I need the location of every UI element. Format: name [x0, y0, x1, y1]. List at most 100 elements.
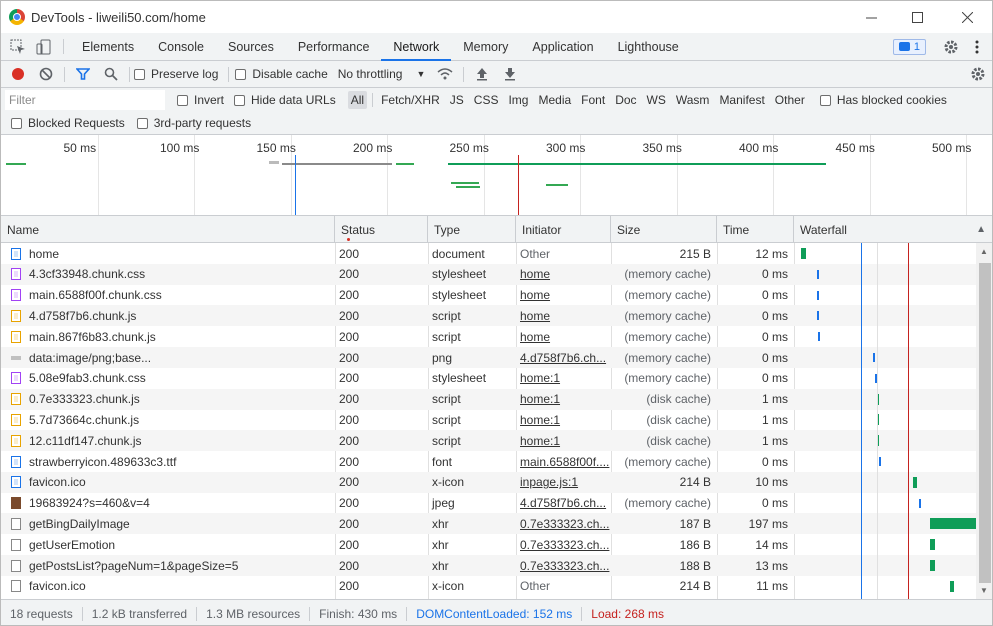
- cell-name[interactable]: 4.d758f7b6.chunk.js: [1, 305, 335, 326]
- device-toolbar-button[interactable]: [31, 33, 57, 60]
- cell-name[interactable]: main.6588f00f.chunk.css: [1, 285, 335, 306]
- cell-initiator[interactable]: home: [516, 264, 611, 285]
- waterfall-bar[interactable]: [919, 498, 922, 508]
- cell-name[interactable]: 5.08e9fab3.chunk.css: [1, 368, 335, 389]
- table-row[interactable]: 4.3cf33948.chunk.css 200 stylesheet home (me…: [1, 263, 976, 285]
- tab-console[interactable]: Console: [146, 33, 216, 60]
- cell-name[interactable]: getBingDailyImage: [1, 513, 335, 534]
- table-row[interactable]: 5.7d73664c.chunk.js 200 script home:1 (disk …: [1, 409, 976, 430]
- tab-elements[interactable]: Elements: [70, 33, 146, 60]
- disable-cache-checkbox[interactable]: Disable cache: [235, 67, 328, 81]
- cell-initiator[interactable]: home:1: [516, 430, 611, 451]
- cell-initiator[interactable]: 0.7e333323.ch...: [516, 555, 611, 576]
- table-row[interactable]: 0.7e333323.chunk.js 200 script home:1 (disk …: [1, 388, 976, 410]
- waterfall-bar[interactable]: [872, 353, 875, 362]
- table-row[interactable]: 12.c11df147.chunk.js 200 script home:1 (disk…: [1, 430, 976, 452]
- invert-checkbox[interactable]: Invert: [177, 93, 224, 107]
- issues-badge[interactable]: 1: [892, 38, 926, 55]
- waterfall-bar[interactable]: [949, 580, 955, 592]
- blocked-requests-checkbox[interactable]: Blocked Requests: [11, 116, 125, 130]
- cell-initiator-text[interactable]: home: [520, 267, 550, 281]
- cell-name[interactable]: favicon.ico: [1, 576, 335, 597]
- tab-lighthouse[interactable]: Lighthouse: [606, 33, 691, 60]
- cell-name[interactable]: home: [1, 243, 335, 264]
- column-size[interactable]: Size: [611, 216, 717, 243]
- waterfall-bar[interactable]: [816, 290, 819, 300]
- table-row[interactable]: data:image/png;base... 200 png 4.d758f7b6.c…: [1, 347, 976, 368]
- hide-data-urls-checkbox[interactable]: Hide data URLs: [234, 93, 336, 107]
- cell-initiator[interactable]: home: [516, 285, 611, 306]
- network-settings-button[interactable]: [964, 61, 992, 88]
- cell-initiator-text[interactable]: 4.d758f7b6.ch...: [520, 351, 606, 365]
- table-row[interactable]: 19683924?s=460&v=4 200 jpeg 4.d758f7b6.ch..…: [1, 493, 976, 514]
- cell-initiator-text[interactable]: home: [520, 330, 550, 344]
- column-name[interactable]: Name: [1, 216, 335, 243]
- filter-type-img[interactable]: Img: [505, 91, 531, 109]
- column-initiator[interactable]: Initiator: [516, 216, 611, 243]
- cell-initiator[interactable]: 4.d758f7b6.ch...: [516, 493, 611, 514]
- cell-name[interactable]: favicon.ico: [1, 472, 335, 493]
- cell-initiator-text[interactable]: home:1: [520, 392, 560, 406]
- filter-type-other[interactable]: Other: [772, 91, 808, 109]
- scroll-up-icon[interactable]: ▲: [980, 247, 988, 256]
- import-har-button[interactable]: [468, 61, 496, 88]
- cell-name[interactable]: 12.c11df147.chunk.js: [1, 430, 335, 451]
- waterfall-bar[interactable]: [878, 457, 881, 466]
- network-conditions-button[interactable]: [431, 61, 459, 88]
- cell-initiator[interactable]: 4.d758f7b6.ch...: [516, 347, 611, 368]
- table-row[interactable]: 4.d758f7b6.chunk.js 200 script home (memory …: [1, 305, 976, 327]
- cell-name[interactable]: data:image/png;base...: [1, 347, 335, 368]
- cell-initiator[interactable]: home: [516, 305, 611, 326]
- tab-performance[interactable]: Performance: [286, 33, 382, 60]
- table-row[interactable]: main.867f6b83.chunk.js 200 script home (memo…: [1, 326, 976, 347]
- table-row[interactable]: getBingDailyImage 200 xhr 0.7e333323.ch... 1…: [1, 513, 976, 535]
- cell-initiator-text[interactable]: inpage.js:1: [520, 475, 578, 489]
- column-status[interactable]: Status: [335, 216, 428, 243]
- cell-name[interactable]: 0.7e333323.chunk.js: [1, 389, 335, 410]
- filter-type-doc[interactable]: Doc: [612, 91, 639, 109]
- column-type[interactable]: Type: [428, 216, 516, 243]
- cell-initiator-text[interactable]: home:1: [520, 413, 560, 427]
- waterfall-bar[interactable]: [929, 560, 935, 571]
- record-button[interactable]: [4, 61, 32, 88]
- search-button[interactable]: [97, 61, 125, 88]
- cell-initiator-text[interactable]: 4.d758f7b6.ch...: [520, 496, 606, 510]
- table-row[interactable]: main.6588f00f.chunk.css 200 stylesheet home…: [1, 285, 976, 306]
- filter-type-wasm[interactable]: Wasm: [673, 91, 713, 109]
- cell-name[interactable]: strawberryicon.489633c3.ttf: [1, 451, 335, 472]
- cell-initiator-text[interactable]: home:1: [520, 371, 560, 385]
- column-waterfall[interactable]: Waterfall ▲: [794, 216, 992, 243]
- table-row[interactable]: favicon.ico 200 x-icon Other 214 B 11 ms: [1, 576, 976, 597]
- filter-type-ws[interactable]: WS: [644, 91, 669, 109]
- cell-name[interactable]: getUserEmotion: [1, 534, 335, 555]
- filter-type-media[interactable]: Media: [535, 91, 574, 109]
- table-row[interactable]: favicon.ico 200 x-icon inpage.js:1 214 B 10 m…: [1, 471, 976, 493]
- network-overview-timeline[interactable]: 50 ms 100 ms 150 ms 200 ms 250 ms 300 ms 350 m…: [1, 135, 992, 216]
- waterfall-bar[interactable]: [801, 248, 806, 259]
- clear-button[interactable]: [32, 61, 60, 88]
- more-options-button[interactable]: [964, 40, 990, 54]
- maximize-button[interactable]: [894, 1, 940, 33]
- scrollbar-thumb[interactable]: [979, 263, 991, 583]
- table-row[interactable]: home 200 document Other 215 B 12 ms: [1, 243, 976, 264]
- filter-type-font[interactable]: Font: [578, 91, 608, 109]
- cell-initiator-text[interactable]: 0.7e333323.ch...: [520, 538, 609, 552]
- waterfall-bar[interactable]: [816, 311, 819, 321]
- cell-name[interactable]: 4.3cf33948.chunk.css: [1, 264, 335, 285]
- column-time[interactable]: Time: [717, 216, 794, 243]
- invert-box[interactable]: [177, 94, 188, 106]
- scroll-down-icon[interactable]: ▼: [980, 586, 988, 595]
- cell-initiator-text[interactable]: home:1: [520, 434, 560, 448]
- cell-name[interactable]: getPostsList?pageNum=1&pageSize=5: [1, 555, 335, 576]
- minimize-button[interactable]: [848, 1, 894, 33]
- table-row[interactable]: getUserEmotion 200 xhr 0.7e333323.ch... 186 …: [1, 534, 976, 555]
- cell-initiator-text[interactable]: 0.7e333323.ch...: [520, 517, 609, 531]
- cell-initiator[interactable]: 0.7e333323.ch...: [516, 534, 611, 555]
- blocked-requests-box[interactable]: [11, 117, 22, 129]
- cell-initiator[interactable]: home:1: [516, 368, 611, 389]
- cell-initiator-text[interactable]: 0.7e333323.ch...: [520, 559, 609, 573]
- disable-cache-box[interactable]: [235, 68, 247, 80]
- vertical-scrollbar[interactable]: ▲ ▼: [976, 243, 992, 599]
- settings-button[interactable]: [938, 39, 964, 55]
- export-har-button[interactable]: [496, 61, 524, 88]
